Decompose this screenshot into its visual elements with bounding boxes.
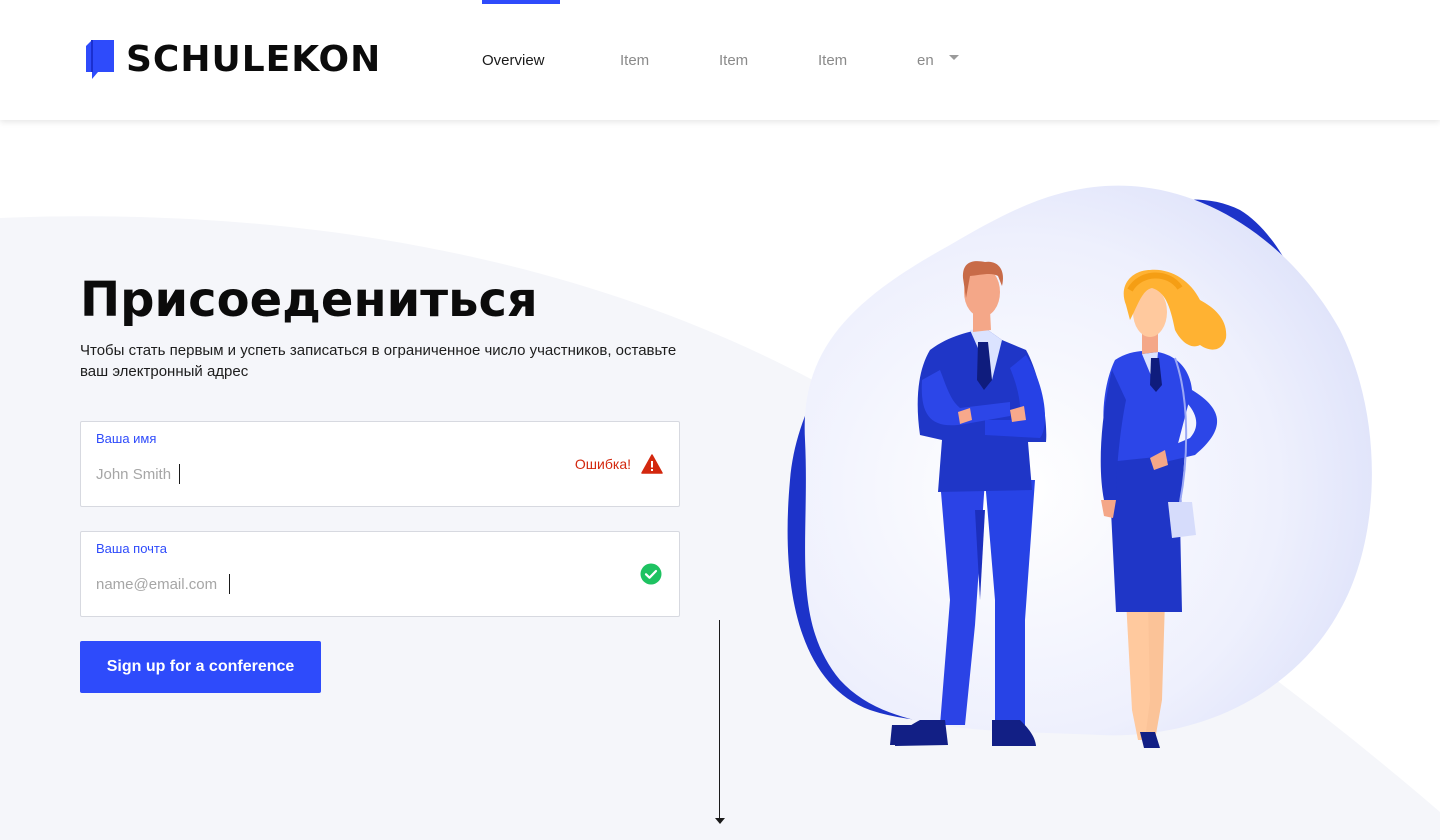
top-header: SCHULEKON Overview Item Item Item en xyxy=(0,0,1440,120)
nav-item-label: Item xyxy=(620,51,650,69)
signup-section: Присоедениться Чтобы стать первым и успе… xyxy=(80,270,700,693)
name-field[interactable]: Ваша имя Ошибка! xyxy=(80,421,680,507)
people-illustration xyxy=(787,185,1372,748)
nav-item-label: Item xyxy=(818,51,848,69)
email-input[interactable] xyxy=(96,572,536,596)
active-nav-indicator xyxy=(482,0,560,4)
arrow-down-icon xyxy=(715,818,725,824)
name-input[interactable] xyxy=(96,462,536,486)
nav-item-label: Overview xyxy=(482,51,545,69)
email-field[interactable]: Ваша почта xyxy=(80,531,680,617)
logo-text: SCHULEKON xyxy=(126,39,382,80)
signup-button[interactable]: Sign up for a conference xyxy=(80,641,321,693)
check-circle-icon xyxy=(640,563,662,585)
logo[interactable]: SCHULEKON xyxy=(86,40,381,80)
page-subtitle: Чтобы стать первым и успеть записаться в… xyxy=(80,342,677,380)
book-logo-icon xyxy=(86,40,114,79)
text-cursor xyxy=(229,574,230,594)
error-message: Ошибка! xyxy=(574,456,631,472)
page-title: Присоедениться xyxy=(80,272,538,328)
text-cursor xyxy=(179,464,180,484)
email-field-label: Ваша почта xyxy=(96,541,167,556)
nav-item-label: Item xyxy=(719,51,749,69)
scroll-arrow-line xyxy=(719,620,720,820)
name-field-label: Ваша имя xyxy=(96,431,157,446)
nav-item-overview[interactable]: Overview xyxy=(482,0,560,120)
nav-item-2[interactable]: Item xyxy=(719,0,748,120)
chevron-down-icon xyxy=(948,54,959,60)
warning-icon xyxy=(641,454,663,474)
language-select[interactable]: en xyxy=(917,0,959,120)
language-value: en xyxy=(917,51,934,69)
nav-item-3[interactable]: Item xyxy=(818,0,847,120)
nav-item-1[interactable]: Item xyxy=(620,0,649,120)
